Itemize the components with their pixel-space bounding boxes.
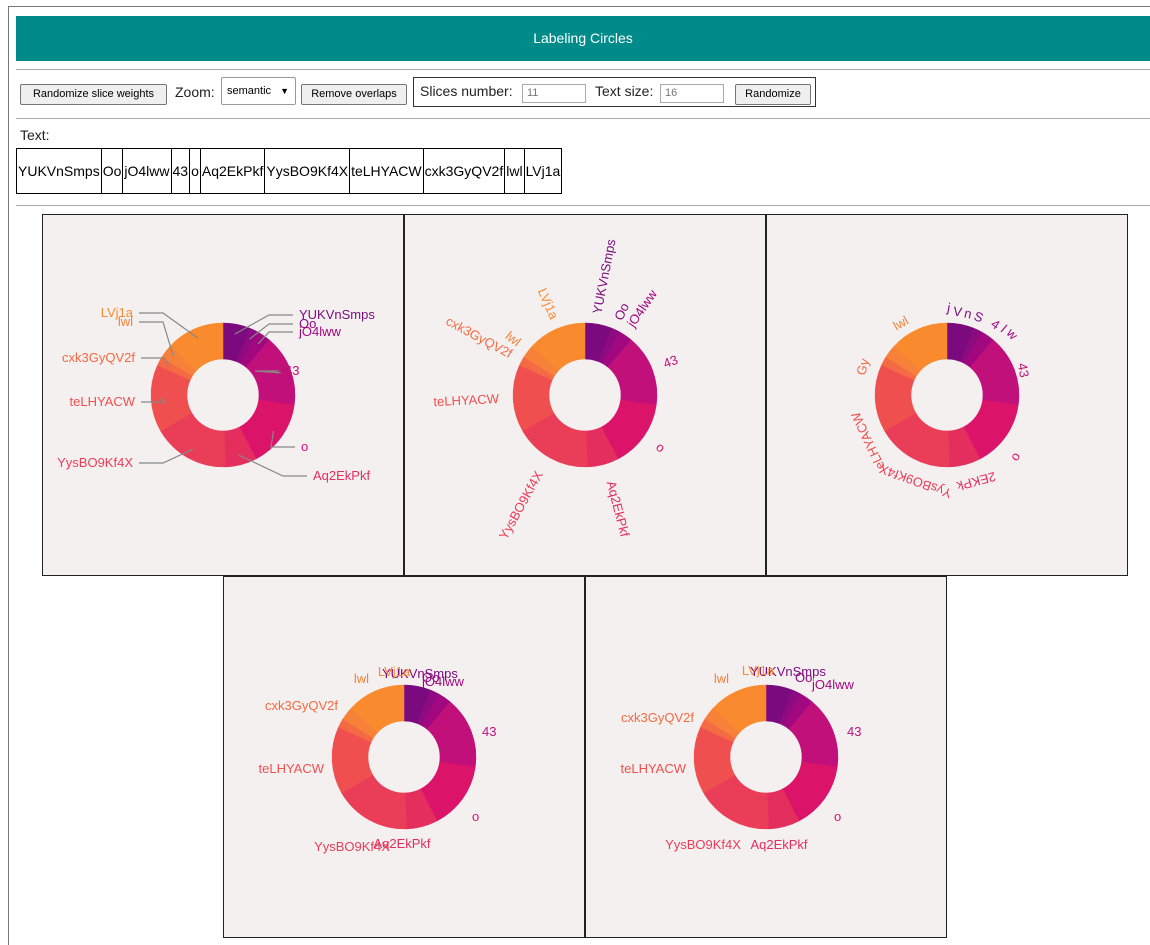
slice-label: o: [1008, 450, 1024, 465]
text-section-label: Text:: [20, 127, 50, 143]
slice-label: LVj1a: [101, 305, 134, 320]
slice-label: teLHYACW: [259, 761, 325, 776]
slice-label: Aq2EkPkf: [750, 837, 807, 852]
slice-label: cxk3GyQV2f: [62, 350, 135, 365]
slice-label: LVj1a: [742, 663, 775, 678]
divider: [16, 118, 1150, 119]
slice-label: j: [945, 300, 952, 315]
text-size-input[interactable]: 16: [660, 84, 724, 103]
panel-outside-labels-2: YUKVnSmps Oo jO4lww 43 o Aq2EkPkf YysBO9Kf4X te…: [585, 576, 947, 938]
slice-label: 2EKPk: [955, 469, 998, 494]
text-cell: teLHYACW: [349, 149, 423, 193]
slice-label: YysBO9Kf4X: [496, 468, 546, 542]
panel-leader-lines: YUKVnSmps Oo jO4lww 43 o Aq2EkPkf YysBO9Kf4X te…: [42, 214, 404, 576]
slice-label: teLHYACW: [70, 394, 136, 409]
dropdown-caret-icon: ▼: [280, 86, 289, 96]
randomize-button[interactable]: Randomize: [735, 84, 811, 105]
slice-label: YysBO9Kf4X: [314, 839, 390, 854]
text-cell: 43: [170, 149, 190, 193]
slice-label: lwl: [354, 671, 369, 686]
slice-label: YysBO9Kf4X: [57, 455, 133, 470]
slice-label: Aq2EkPkf: [313, 468, 370, 483]
chart-panel-3: j VnS 4lw43o2EKPkYysBO9Kf4XeLHYACWGylwl: [848, 300, 1032, 501]
chart-panel-2: YUKVnSmpsOojO4lww43oAq2EkPkfYysBO9Kf4Xte…: [433, 237, 680, 542]
slice-label: LVj1a: [378, 664, 411, 679]
slice-label: S: [972, 308, 986, 325]
slice-label: cxk3GyQV2f: [265, 698, 338, 713]
slice-label: 43: [1015, 362, 1032, 379]
text-cell: YUKVnSmps: [18, 163, 100, 179]
text-cell: YysBO9Kf4X: [264, 149, 349, 193]
randomize-weights-button[interactable]: Randomize slice weights: [20, 84, 167, 105]
slice-label: 43: [482, 724, 496, 739]
zoom-value: semantic: [227, 85, 272, 97]
slice-label: jO4lww: [298, 324, 342, 339]
divider: [16, 69, 1150, 70]
text-cell: o: [189, 149, 200, 193]
slice-label: teLHYACW: [621, 761, 687, 776]
slice-label: Aq2EkPkf: [604, 479, 633, 538]
slice-label: Oo: [795, 670, 812, 685]
slice-label: LVj1a: [535, 286, 562, 322]
page-title: Labeling Circles: [16, 16, 1150, 61]
slice-label: lwl: [714, 671, 729, 686]
divider: [16, 205, 1150, 206]
slice-label: jO4lww: [421, 674, 465, 689]
chart-panel-1: YUKVnSmpsOojO4lww43oAq2EkPkfYysBO9Kf4Xte…: [57, 305, 375, 483]
slice-label: YUKVnSmps: [589, 237, 618, 315]
slice-label: n: [963, 305, 973, 321]
slice-label: V: [952, 304, 963, 320]
text-cell: lwl: [504, 149, 523, 193]
text-cell: LVj1a: [523, 149, 562, 193]
remove-overlaps-button[interactable]: Remove overlaps: [301, 84, 407, 105]
slice-label: 43: [285, 363, 299, 378]
slice-label: 43: [661, 352, 680, 371]
slices-input[interactable]: 11: [522, 84, 586, 103]
slice-label: o: [301, 439, 308, 454]
text-table: YUKVnSmps Oo jO4lww 43 o Aq2EkPkf YysBO9Kf4X te…: [16, 148, 563, 194]
slice-label: o: [834, 809, 841, 824]
slice-label: o: [653, 439, 668, 455]
panel-curved-labels: j Vn S 4 l w 43 o 2EKPk YysBO9Kf4X eLHYACW Gy lwl: [766, 214, 1128, 576]
text-cell: Oo: [100, 149, 123, 193]
panel-radial-labels: YUKVnSmps Oo jO4lww 43 o Aq2EkPkf YysBO9Kf4X te…: [404, 214, 766, 576]
panel-outside-labels: YUKVnSmps Oo jO4lww 43 o Aq2EkPkf YysBO9Kf4X te…: [223, 576, 585, 938]
slice-label: teLHYACW: [433, 391, 500, 409]
slice-label: jO4lww: [811, 677, 855, 692]
zoom-select[interactable]: semantic ▼: [221, 77, 296, 105]
slices-label: Slices number:: [420, 83, 513, 99]
chart-panel-5: YUKVnSmpsOo jO4lww43oAq2EkPkfYysBO9Kf4Xte…: [621, 663, 862, 852]
text-size-label: Text size:: [595, 83, 654, 99]
slice-label: Gy: [853, 356, 872, 376]
chart-panel-4: YUKVnSmpsOojO4lww43oAq2EkPkfYysBO9Kf4Xte…: [259, 664, 497, 854]
slice-label: YysBO9Kf4X: [877, 461, 954, 501]
slice-label: 43: [847, 724, 861, 739]
slice-label: cxk3GyQV2f: [621, 710, 694, 725]
slice-label: YysBO9Kf4X: [665, 837, 741, 852]
text-cell: jO4lww: [122, 149, 170, 193]
text-cell: Aq2EkPkf: [199, 149, 264, 193]
slice-label: o: [472, 809, 479, 824]
slice-label: lwl: [890, 313, 911, 334]
zoom-label: Zoom:: [175, 84, 215, 100]
text-cell: cxk3GyQV2f: [422, 149, 505, 193]
